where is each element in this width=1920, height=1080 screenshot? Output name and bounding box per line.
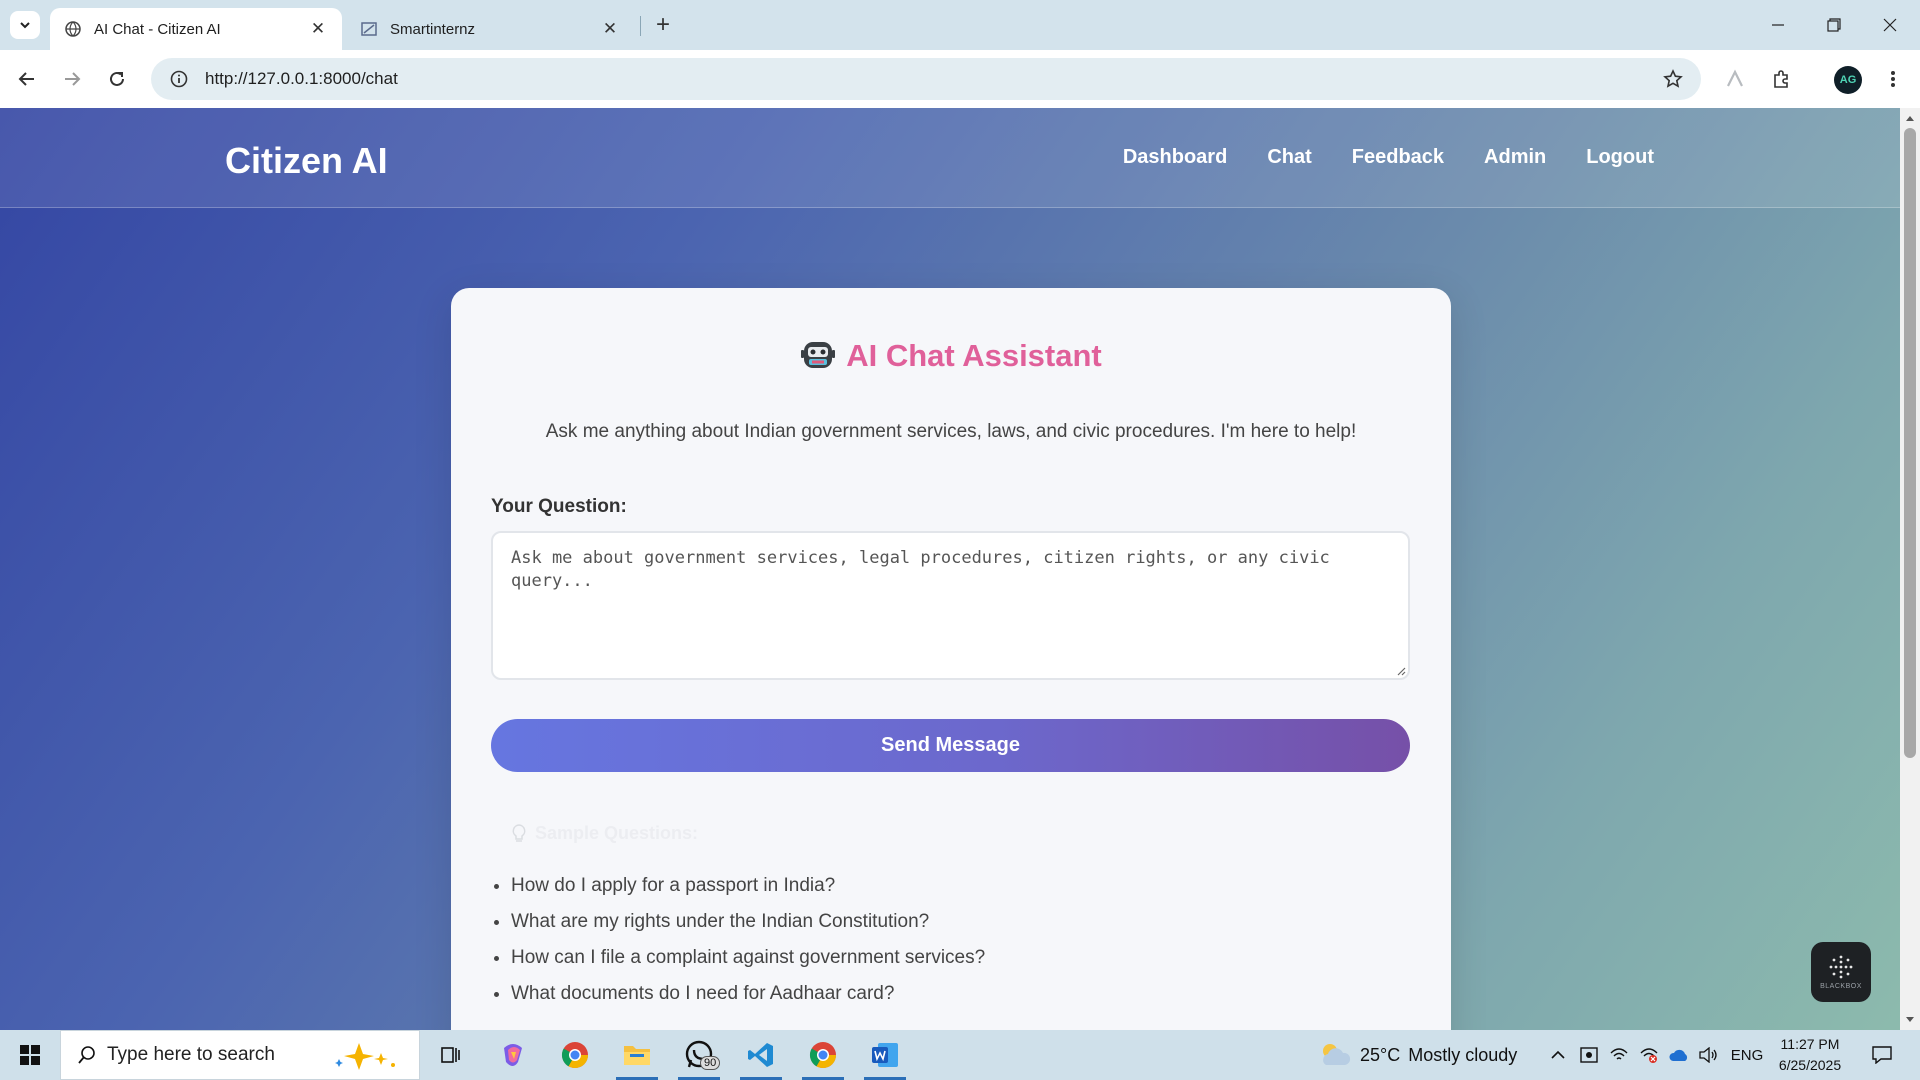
bookmark-star-icon[interactable] (1661, 67, 1685, 91)
close-tab-icon[interactable]: ✕ (600, 19, 620, 39)
sample-question[interactable]: What are my rights under the Indian Cons… (511, 904, 985, 940)
close-window-icon[interactable] (1862, 0, 1918, 50)
tab-title: AI Chat - Citizen AI (94, 20, 221, 38)
meet-now-icon[interactable] (1576, 1030, 1602, 1080)
address-bar[interactable]: http://127.0.0.1:8000/chat (151, 58, 1701, 100)
restore-icon[interactable] (1806, 0, 1862, 50)
chat-title-text: AI Chat Assistant (846, 338, 1102, 373)
blackbox-logo-icon (1829, 955, 1853, 979)
forward-arrow-icon (65, 72, 81, 86)
vscode-app-icon[interactable] (734, 1030, 788, 1080)
url-text[interactable]: http://127.0.0.1:8000/chat (205, 69, 398, 89)
nav-chat[interactable]: Chat (1267, 146, 1311, 169)
site-info-icon[interactable] (159, 58, 199, 100)
reload-icon (110, 71, 124, 86)
sample-question[interactable]: What documents do I need for Aadhaar car… (511, 976, 985, 1012)
scroll-down-arrow-icon[interactable] (1900, 1012, 1920, 1028)
page-scrollbar[interactable] (1900, 108, 1920, 1030)
tab-title: Smartinternz (390, 20, 476, 38)
question-label: Your Question: (491, 496, 627, 517)
robot-icon (801, 342, 836, 368)
chrome-menu-icon[interactable] (1876, 62, 1910, 96)
globe-icon (64, 20, 82, 38)
show-hidden-icons-chevron-icon[interactable] (1544, 1030, 1572, 1080)
taskbar-search[interactable]: Type here to search (60, 1030, 420, 1080)
page-viewport: Citizen AI Dashboard Chat Feedback Admin… (0, 108, 1920, 1030)
resize-handle-icon[interactable] (1396, 666, 1406, 676)
clock-date: 6/25/2025 (1778, 1057, 1842, 1073)
nav-admin[interactable]: Admin (1484, 146, 1546, 169)
onedrive-cloud-icon[interactable] (1666, 1030, 1692, 1080)
extensions-puzzle-icon[interactable] (1764, 62, 1798, 96)
network-error-icon[interactable] (1636, 1030, 1662, 1080)
extension-a-icon[interactable] (1718, 62, 1752, 96)
tab-search-button[interactable] (10, 11, 40, 39)
send-message-button[interactable]: Send Message (491, 719, 1410, 772)
nav-feedback[interactable]: Feedback (1352, 146, 1444, 169)
whatsapp-app-icon[interactable]: 90 (672, 1030, 726, 1080)
sample-question[interactable]: How can I file a complaint against gover… (511, 940, 985, 976)
smartinternz-favicon-icon (360, 20, 378, 38)
taskbar-clock[interactable]: 11:27 PM 6/25/2025 (1770, 1034, 1850, 1076)
minimize-icon[interactable] (1750, 0, 1806, 50)
scroll-up-arrow-icon[interactable] (1900, 110, 1920, 126)
search-icon (78, 1046, 95, 1064)
site-brand[interactable]: Citizen AI (225, 140, 388, 182)
lightbulb-icon (512, 823, 526, 842)
tab-separator (640, 16, 641, 36)
nav-dashboard[interactable]: Dashboard (1123, 146, 1227, 169)
sample-question[interactable]: How do I apply for a passport in India? (511, 868, 985, 904)
whatsapp-unread-badge: 90 (700, 1056, 721, 1070)
network-icon[interactable] (1606, 1030, 1632, 1080)
blackbox-widget[interactable]: BLACKBOX (1811, 942, 1871, 1002)
copilot-app-icon[interactable] (486, 1030, 540, 1080)
notifications-icon[interactable] (1864, 1030, 1900, 1080)
sample-questions-list: How do I apply for a passport in India? … (511, 868, 985, 1012)
new-tab-button[interactable]: + (650, 11, 676, 38)
scroll-thumb[interactable] (1904, 128, 1916, 758)
weather-temp: 25°C (1360, 1044, 1401, 1065)
task-view-icon[interactable] (423, 1030, 477, 1080)
weather-widget[interactable]: 25°C Mostly cloudy (1318, 1030, 1517, 1080)
taskbar-search-placeholder[interactable]: Type here to search (107, 1044, 275, 1066)
site-nav: Dashboard Chat Feedback Admin Logout (1123, 146, 1654, 169)
tab-smartinternz[interactable]: Smartinternz ✕ (346, 8, 634, 50)
start-button[interactable] (0, 1030, 60, 1080)
sample-questions-heading-text: Sample Questions: (535, 823, 699, 843)
browser-toolbar: http://127.0.0.1:8000/chat (0, 50, 1920, 108)
back-button[interactable] (10, 62, 44, 96)
forward-button[interactable] (55, 62, 89, 96)
blackbox-label: BLACKBOX (1820, 983, 1862, 990)
windows-logo-icon (20, 1045, 40, 1065)
copilot-sparkle-icon (335, 1043, 395, 1070)
chat-card: AI Chat Assistant Ask me anything about … (451, 288, 1451, 1030)
close-tab-icon[interactable]: ✕ (308, 19, 328, 39)
tab-ai-chat[interactable]: AI Chat - Citizen AI ✕ (50, 8, 342, 50)
chrome-active-app-icon[interactable] (796, 1030, 850, 1080)
word-app-icon[interactable] (858, 1030, 912, 1080)
sample-questions-heading: Sample Questions: (511, 823, 698, 844)
file-explorer-app-icon[interactable] (610, 1030, 664, 1080)
input-language[interactable]: ENG (1728, 1030, 1766, 1080)
back-arrow-icon (18, 72, 34, 86)
question-input[interactable] (491, 531, 1410, 680)
cloudy-weather-icon (1323, 1044, 1351, 1065)
chat-subtitle: Ask me anything about Indian government … (545, 421, 1357, 442)
clock-time: 11:27 PM (1780, 1036, 1840, 1052)
reload-button[interactable] (100, 62, 134, 96)
weather-description: Mostly cloudy (1408, 1044, 1518, 1065)
chat-card-title: AI Chat Assistant (451, 338, 1451, 374)
profile-avatar[interactable]: AG (1834, 66, 1862, 94)
site-header: Citizen AI Dashboard Chat Feedback Admin… (0, 108, 1900, 208)
nav-logout[interactable]: Logout (1586, 146, 1654, 169)
browser-tabstrip: AI Chat - Citizen AI ✕ Smartinternz ✕ + (0, 0, 1920, 50)
volume-speaker-icon[interactable] (1696, 1030, 1722, 1080)
windows-taskbar: Type here to search 90 25°C Mostly cloud… (0, 1030, 1920, 1080)
chrome-app-icon[interactable] (548, 1030, 602, 1080)
chevron-down-icon (20, 22, 30, 29)
